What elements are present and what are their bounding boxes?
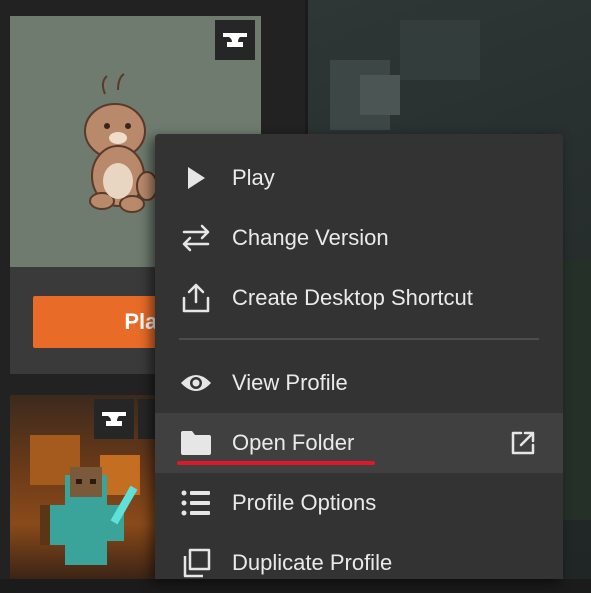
loader-badge <box>94 399 134 439</box>
scene-block <box>360 75 400 115</box>
menu-divider <box>179 338 539 340</box>
menu-item-label: Profile Options <box>232 490 377 515</box>
menu-item-label: Create Desktop Shortcut <box>232 285 473 310</box>
menu-item-label: Duplicate Profile <box>232 550 393 575</box>
share-upload-icon <box>179 281 213 315</box>
menu-item-label: Play <box>232 165 275 190</box>
menu-item-duplicate-profile[interactable]: Duplicate Profile <box>155 533 563 593</box>
menu-item-profile-options[interactable]: Profile Options <box>155 473 563 533</box>
loader-badge <box>215 20 255 60</box>
scene-block <box>400 20 480 80</box>
duplicate-icon <box>179 546 213 580</box>
play-icon <box>179 161 213 195</box>
menu-item-label: View Profile <box>232 370 348 395</box>
list-icon <box>179 486 213 520</box>
instance-card[interactable] <box>10 395 170 579</box>
menu-item-view-profile[interactable]: View Profile <box>155 353 563 413</box>
menu-item-play[interactable]: Play <box>155 148 563 208</box>
menu-item-label: Open Folder <box>232 430 355 455</box>
menu-item-label: Change Version <box>232 225 389 250</box>
annotation-underline <box>177 461 375 465</box>
context-menu: Play Change Version Create Desktop Short… <box>155 134 563 579</box>
folder-icon <box>179 426 213 460</box>
anvil-icon <box>223 33 247 47</box>
external-link-icon <box>508 428 538 458</box>
menu-item-change-version[interactable]: Change Version <box>155 208 563 268</box>
eye-icon <box>179 366 213 400</box>
anvil-icon <box>102 412 126 426</box>
scene-block <box>563 260 591 520</box>
swap-arrows-icon <box>179 221 213 255</box>
menu-item-create-shortcut[interactable]: Create Desktop Shortcut <box>155 268 563 328</box>
